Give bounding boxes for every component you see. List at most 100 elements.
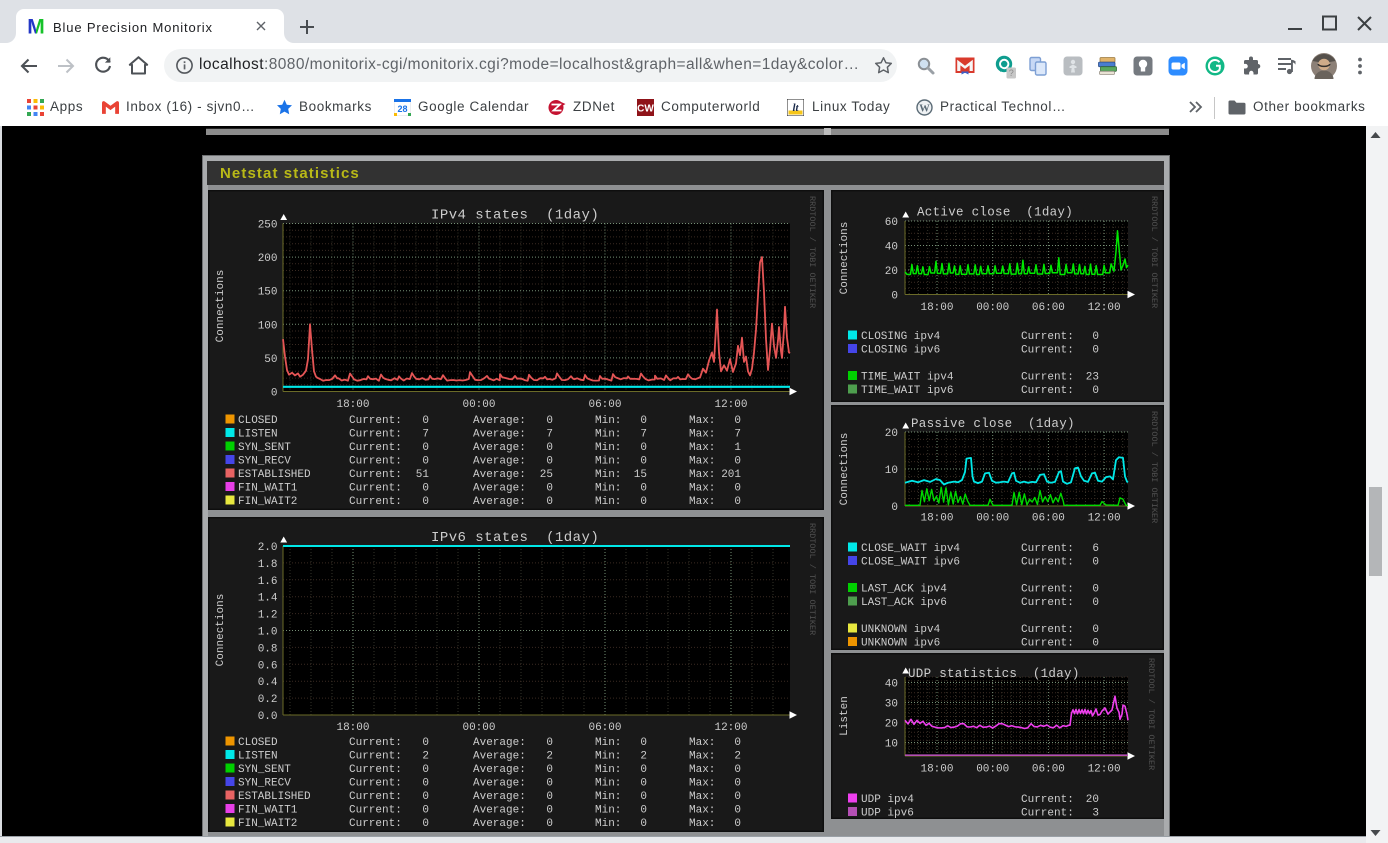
svg-text:Current:: Current:: [1021, 331, 1074, 343]
svg-text:0: 0: [546, 737, 553, 749]
svg-text:0: 0: [422, 496, 429, 508]
svg-text:00:00: 00:00: [976, 764, 1009, 776]
svg-text:Current:: Current:: [1021, 624, 1074, 636]
svg-text:2: 2: [546, 751, 553, 763]
svg-text:0: 0: [422, 442, 429, 454]
svg-text:20: 20: [1086, 794, 1099, 806]
svg-text:06:00: 06:00: [1032, 513, 1065, 525]
svg-text:0: 0: [422, 737, 429, 749]
svg-text:0: 0: [546, 442, 553, 454]
svg-text:0: 0: [422, 805, 429, 817]
svg-text:23: 23: [1086, 372, 1099, 384]
svg-text:Average:: Average:: [473, 751, 526, 763]
svg-text:Current:: Current:: [349, 483, 402, 495]
svg-text:Current:: Current:: [349, 764, 402, 776]
svg-text:Min:: Min:: [595, 818, 621, 830]
svg-text:Current:: Current:: [1021, 543, 1074, 555]
svg-text:Current:: Current:: [349, 778, 402, 790]
svg-text:50: 50: [264, 354, 277, 366]
svg-text:0: 0: [640, 818, 647, 830]
svg-text:SYN_SENT: SYN_SENT: [238, 764, 291, 776]
svg-text:Connections: Connections: [215, 270, 227, 343]
svg-text:0: 0: [1092, 557, 1099, 569]
svg-text:Current:: Current:: [1021, 345, 1074, 357]
svg-text:0: 0: [640, 442, 647, 454]
svg-text:lt: lt: [792, 102, 799, 114]
svg-text:0: 0: [422, 818, 429, 830]
svg-text:60: 60: [885, 217, 898, 229]
svg-text:0: 0: [422, 456, 429, 468]
svg-text:Current:: Current:: [349, 818, 402, 830]
svg-text:7: 7: [640, 429, 647, 441]
svg-text:RRDTOOL / TOBI OETIKER: RRDTOOL / TOBI OETIKER: [1146, 658, 1156, 770]
svg-text:Average:: Average:: [473, 805, 526, 817]
svg-text:2: 2: [734, 751, 741, 763]
svg-text:12:00: 12:00: [714, 722, 747, 734]
svg-text:Max:: Max:: [689, 805, 715, 817]
svg-text:18:00: 18:00: [336, 399, 369, 411]
svg-text:Max:: Max:: [689, 737, 715, 749]
svg-text:Current:: Current:: [349, 805, 402, 817]
svg-text:0: 0: [546, 496, 553, 508]
svg-text:UDP ipv6: UDP ipv6: [861, 808, 914, 820]
svg-text:20: 20: [885, 719, 898, 731]
svg-text:0.2: 0.2: [258, 694, 278, 706]
svg-text:UDP statistics (1day): UDP statistics (1day): [908, 667, 1080, 681]
svg-text:1.0: 1.0: [258, 627, 278, 639]
svg-text:00:00: 00:00: [462, 722, 495, 734]
svg-text:Min:: Min:: [595, 778, 621, 790]
svg-text:SYN_RECV: SYN_RECV: [238, 778, 291, 790]
svg-text:25: 25: [540, 469, 553, 481]
svg-text:Average:: Average:: [473, 764, 526, 776]
svg-text:Average:: Average:: [473, 737, 526, 749]
svg-text:0: 0: [546, 778, 553, 790]
svg-text:Current:: Current:: [349, 456, 402, 468]
svg-text:0: 0: [1092, 638, 1099, 650]
svg-text:0: 0: [422, 483, 429, 495]
svg-text:Max:: Max:: [689, 415, 715, 427]
svg-text:Connections: Connections: [215, 594, 227, 667]
svg-text:06:00: 06:00: [588, 722, 621, 734]
svg-text:0: 0: [734, 791, 741, 803]
svg-text:3: 3: [1092, 808, 1099, 820]
svg-text:0: 0: [422, 778, 429, 790]
svg-text:Average:: Average:: [473, 778, 526, 790]
svg-text:1.2: 1.2: [258, 610, 278, 622]
svg-text:0: 0: [1092, 624, 1099, 636]
svg-text:Average:: Average:: [473, 456, 526, 468]
svg-text:IPv4 states (1day): IPv4 states (1day): [431, 208, 599, 224]
svg-text:Min:: Min:: [595, 442, 621, 454]
svg-text:Average:: Average:: [473, 496, 526, 508]
svg-text:FIN_WAIT2: FIN_WAIT2: [238, 818, 297, 830]
svg-text:0: 0: [271, 388, 278, 400]
svg-text:0: 0: [1092, 345, 1099, 357]
svg-text:Max:: Max:: [689, 442, 715, 454]
svg-text:30: 30: [885, 699, 898, 711]
svg-text:Max:: Max:: [689, 778, 715, 790]
svg-text:0.4: 0.4: [258, 677, 278, 689]
svg-text:Min:: Min:: [595, 751, 621, 763]
svg-text:Min:: Min:: [595, 791, 621, 803]
svg-text:0: 0: [546, 764, 553, 776]
svg-text:Current:: Current:: [349, 791, 402, 803]
svg-text:12:00: 12:00: [1088, 513, 1121, 525]
svg-text:CLOSING ipv6: CLOSING ipv6: [861, 345, 940, 357]
svg-text:0: 0: [1092, 385, 1099, 397]
svg-text:7: 7: [734, 429, 741, 441]
svg-text:0: 0: [1092, 331, 1099, 343]
svg-text:ESTABLISHED: ESTABLISHED: [238, 469, 311, 481]
svg-text:06:00: 06:00: [1032, 764, 1065, 776]
svg-text:201: 201: [721, 469, 741, 481]
svg-text:0.8: 0.8: [258, 643, 278, 655]
svg-text:Min:: Min:: [595, 469, 621, 481]
svg-text:12:00: 12:00: [1088, 764, 1121, 776]
svg-text:7: 7: [546, 429, 553, 441]
svg-text:0: 0: [640, 456, 647, 468]
svg-text:Min:: Min:: [595, 483, 621, 495]
svg-text:20: 20: [885, 428, 898, 440]
svg-text:0: 0: [422, 415, 429, 427]
svg-text:IPv6 states (1day): IPv6 states (1day): [431, 530, 599, 546]
svg-text:CLOSE_WAIT ipv6: CLOSE_WAIT ipv6: [861, 557, 960, 569]
svg-text:0: 0: [546, 483, 553, 495]
svg-text:Max:: Max:: [689, 496, 715, 508]
